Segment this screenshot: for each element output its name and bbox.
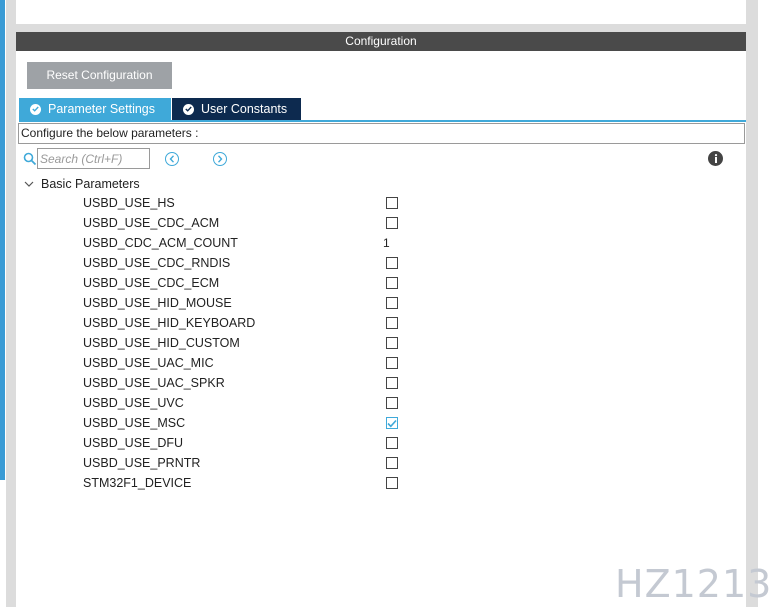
- parameter-checkbox[interactable]: [386, 377, 398, 389]
- parameter-row: USBD_USE_HID_KEYBOARD: [16, 313, 746, 333]
- parameter-checkbox[interactable]: [386, 317, 398, 329]
- parameter-checkbox[interactable]: [386, 277, 398, 289]
- parameter-row: USBD_USE_MSC: [16, 413, 746, 433]
- left-edge-strip: [0, 0, 5, 480]
- parameter-checkbox[interactable]: [386, 257, 398, 269]
- parameter-name: USBD_USE_HID_CUSTOM: [83, 336, 240, 350]
- parameter-row: USBD_USE_DFU: [16, 433, 746, 453]
- parameter-checkbox[interactable]: [386, 297, 398, 309]
- tab-underline: [19, 120, 746, 122]
- tab-user-constants[interactable]: User Constants: [172, 98, 301, 120]
- parameter-name: USBD_USE_UAC_SPKR: [83, 376, 225, 390]
- configuration-panel: Reset Configuration Parameter Settings U…: [16, 51, 746, 607]
- parameters-description: Configure the below parameters :: [18, 123, 745, 144]
- parameter-list: USBD_USE_HS USBD_USE_CDC_ACM USBD_CDC_ACM_…: [16, 193, 746, 493]
- previous-icon: [169, 150, 175, 168]
- parameter-checkbox[interactable]: [386, 197, 398, 209]
- check-circle-icon: [30, 103, 41, 115]
- parameter-row: USBD_USE_UVC: [16, 393, 746, 413]
- watermark: HZ1213B: [615, 562, 770, 606]
- parameter-name: STM32F1_DEVICE: [83, 476, 192, 490]
- parameter-name: USBD_CDC_ACM_COUNT: [83, 236, 238, 250]
- tab-parameter-settings[interactable]: Parameter Settings: [19, 98, 171, 120]
- parameter-row: USBD_USE_HID_MOUSE: [16, 293, 746, 313]
- parameter-row: USBD_USE_CDC_RNDIS: [16, 253, 746, 273]
- parameter-row: USBD_USE_PRNTR: [16, 453, 746, 473]
- previous-result-button[interactable]: [165, 152, 179, 166]
- chevron-down-icon: [23, 178, 35, 190]
- configuration-header: Configuration: [16, 32, 746, 51]
- parameter-row: USBD_CDC_ACM_COUNT 1: [16, 233, 746, 253]
- parameter-name: USBD_USE_PRNTR: [83, 456, 201, 470]
- search-input[interactable]: [37, 148, 150, 169]
- parameter-name: USBD_USE_HID_KEYBOARD: [83, 316, 256, 330]
- checkmark-icon: [387, 419, 397, 427]
- top-panel: [16, 0, 746, 24]
- tab-label: Parameter Settings: [48, 102, 155, 116]
- parameter-row: USBD_USE_CDC_ECM: [16, 273, 746, 293]
- group-label: Basic Parameters: [41, 177, 140, 191]
- parameter-checkbox[interactable]: [386, 337, 398, 349]
- parameter-name: USBD_USE_DFU: [83, 436, 184, 450]
- tab-label: User Constants: [201, 102, 288, 116]
- parameter-row: STM32F1_DEVICE: [16, 473, 746, 493]
- next-result-button[interactable]: [213, 152, 227, 166]
- check-circle-icon: [183, 103, 194, 115]
- parameter-name: USBD_USE_UAC_MIC: [83, 356, 214, 370]
- tab-bar: Parameter Settings User Constants: [19, 98, 301, 120]
- parameter-checkbox[interactable]: [386, 357, 398, 369]
- parameter-value[interactable]: 1: [383, 235, 390, 251]
- reset-configuration-button[interactable]: Reset Configuration: [27, 62, 172, 89]
- parameter-name: USBD_USE_MSC: [83, 416, 186, 430]
- next-icon: [217, 150, 223, 168]
- basic-parameters-group[interactable]: Basic Parameters: [23, 176, 140, 192]
- parameter-checkbox[interactable]: [386, 217, 398, 229]
- parameter-row: USBD_USE_UAC_SPKR: [16, 373, 746, 393]
- parameter-name: USBD_USE_HS: [83, 196, 175, 210]
- parameter-checkbox[interactable]: [386, 457, 398, 469]
- parameter-checkbox[interactable]: [386, 437, 398, 449]
- parameter-checkbox[interactable]: [386, 397, 398, 409]
- parameter-name: USBD_USE_CDC_ACM: [83, 216, 220, 230]
- parameter-name: USBD_USE_UVC: [83, 396, 184, 410]
- parameter-row: USBD_USE_HS: [16, 193, 746, 213]
- search-icon: [23, 152, 37, 166]
- parameter-checkbox[interactable]: [386, 417, 398, 429]
- info-icon[interactable]: [708, 151, 723, 166]
- parameter-checkbox[interactable]: [386, 477, 398, 489]
- parameter-name: USBD_USE_HID_MOUSE: [83, 296, 232, 310]
- parameter-name: USBD_USE_CDC_RNDIS: [83, 256, 231, 270]
- parameter-row: USBD_USE_UAC_MIC: [16, 353, 746, 373]
- parameter-row: USBD_USE_HID_CUSTOM: [16, 333, 746, 353]
- parameter-name: USBD_USE_CDC_ECM: [83, 276, 220, 290]
- parameter-row: USBD_USE_CDC_ACM: [16, 213, 746, 233]
